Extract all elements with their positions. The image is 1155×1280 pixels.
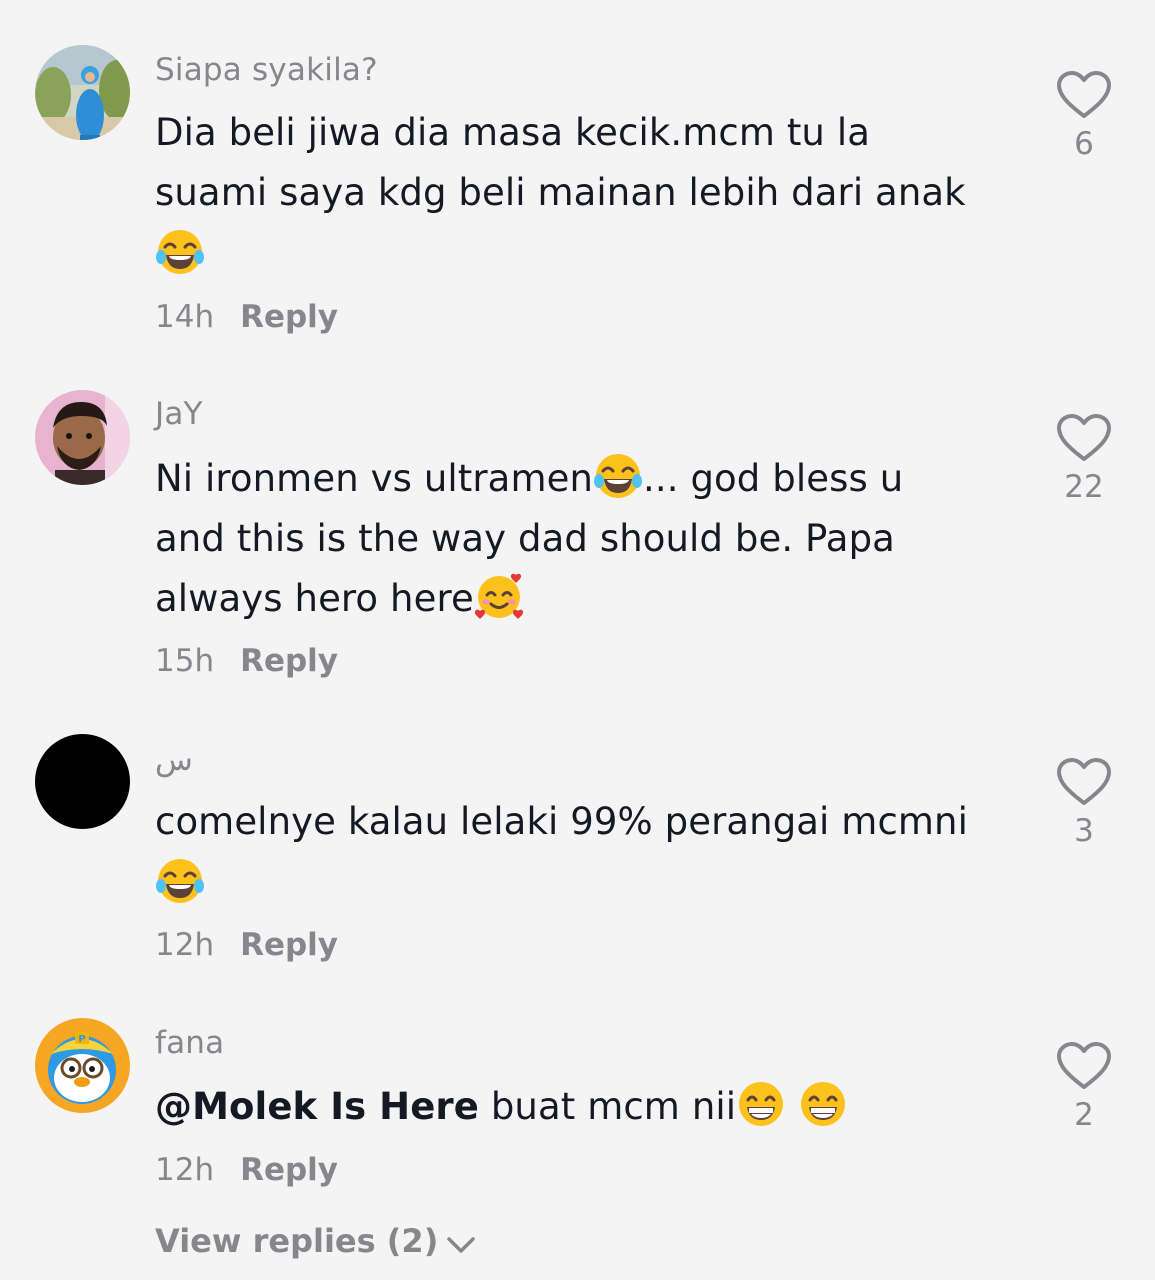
like-count: 3	[1074, 813, 1094, 849]
like-button[interactable]: 3	[1047, 757, 1121, 849]
comment-meta: 12h Reply	[155, 927, 338, 963]
heart-icon	[1057, 758, 1111, 805]
chevron-down-icon	[447, 1237, 476, 1253]
comment-text: @Molek Is Here buat mcm nii	[155, 1077, 1015, 1137]
comment-text-segment: always hero here	[155, 577, 474, 620]
svg-text:P: P	[78, 1034, 85, 1045]
comment-text-line: and this is the way dad should be. Papa	[155, 517, 895, 560]
comment-meta: 15h Reply	[155, 643, 338, 679]
grinning-face-with-smiling-eyes-icon	[736, 1079, 786, 1129]
like-count: 6	[1074, 126, 1094, 162]
avatar[interactable]	[35, 734, 130, 829]
comment-timestamp: 12h	[155, 1152, 215, 1188]
face-with-tears-of-joy-icon	[155, 856, 205, 906]
like-button[interactable]: 6	[1047, 70, 1121, 162]
woman-in-blue-avatar-icon	[35, 45, 130, 140]
comment-username[interactable]: JaY	[155, 396, 203, 432]
reply-button[interactable]: Reply	[240, 927, 338, 963]
comment-text-segment: buat mcm nii	[478, 1085, 737, 1128]
comment-timestamp: 14h	[155, 299, 215, 335]
reply-button[interactable]: Reply	[240, 1152, 338, 1188]
heart-icon	[1057, 71, 1111, 118]
comment-text-line: always hero here	[155, 569, 1015, 629]
smiling-face-with-hearts-icon	[474, 571, 524, 621]
grinning-face-with-smiling-eyes-icon	[798, 1079, 848, 1129]
like-count: 2	[1074, 1097, 1094, 1133]
comment-text-line: Ni ironmen vs ultramen ... god bless u	[155, 449, 1015, 509]
comment-username[interactable]: س	[155, 742, 193, 778]
comment-text-line: @Molek Is Here buat mcm nii	[155, 1077, 1015, 1137]
comment-text: Dia beli jiwa dia masa kecik.mcm tu la s…	[155, 103, 1015, 285]
comment-text-line: suami saya kdg beli mainan lebih dari an…	[155, 171, 966, 214]
reply-button[interactable]: Reply	[240, 643, 338, 679]
comment-timestamp: 12h	[155, 927, 215, 963]
avatar[interactable]	[35, 45, 130, 140]
like-count: 22	[1064, 469, 1104, 505]
avatar[interactable]: P	[35, 1018, 130, 1113]
avatar[interactable]	[35, 390, 130, 485]
like-button[interactable]: 2	[1047, 1041, 1121, 1133]
comment-meta: 12h Reply	[155, 1152, 338, 1188]
comment-text: comelnye kalau lelaki 99% perangai mcmni	[155, 792, 1015, 914]
reply-button[interactable]: Reply	[240, 299, 338, 335]
comment-username[interactable]: fana	[155, 1025, 224, 1061]
comment-text-segment: Ni ironmen vs ultramen	[155, 457, 594, 500]
cartoon-penguin-avatar-icon: P	[35, 1018, 130, 1113]
comment-timestamp: 15h	[155, 643, 215, 679]
mention-link[interactable]: @Molek Is Here	[155, 1085, 479, 1128]
heart-icon	[1057, 1042, 1111, 1089]
comment-text: Ni ironmen vs ultramen ... god bless u a…	[155, 449, 1015, 629]
view-replies-button[interactable]: View replies (2)	[155, 1222, 476, 1260]
black-circle-avatar-icon	[35, 734, 130, 829]
face-with-tears-of-joy-icon	[155, 227, 205, 277]
heart-icon	[1057, 414, 1111, 461]
comment-username[interactable]: Siapa syakila?	[155, 52, 378, 88]
like-button[interactable]: 22	[1047, 413, 1121, 505]
view-replies-label: View replies (2)	[155, 1222, 439, 1260]
man-selfie-avatar-icon	[35, 390, 130, 485]
comment-meta: 14h Reply	[155, 299, 338, 335]
comment-text-line: comelnye kalau lelaki 99% perangai mcmni	[155, 800, 968, 843]
face-with-tears-of-joy-icon	[593, 451, 643, 501]
comment-text-line: Dia beli jiwa dia masa kecik.mcm tu la	[155, 111, 871, 154]
comment-text-segment: ... god bless u	[643, 457, 904, 500]
